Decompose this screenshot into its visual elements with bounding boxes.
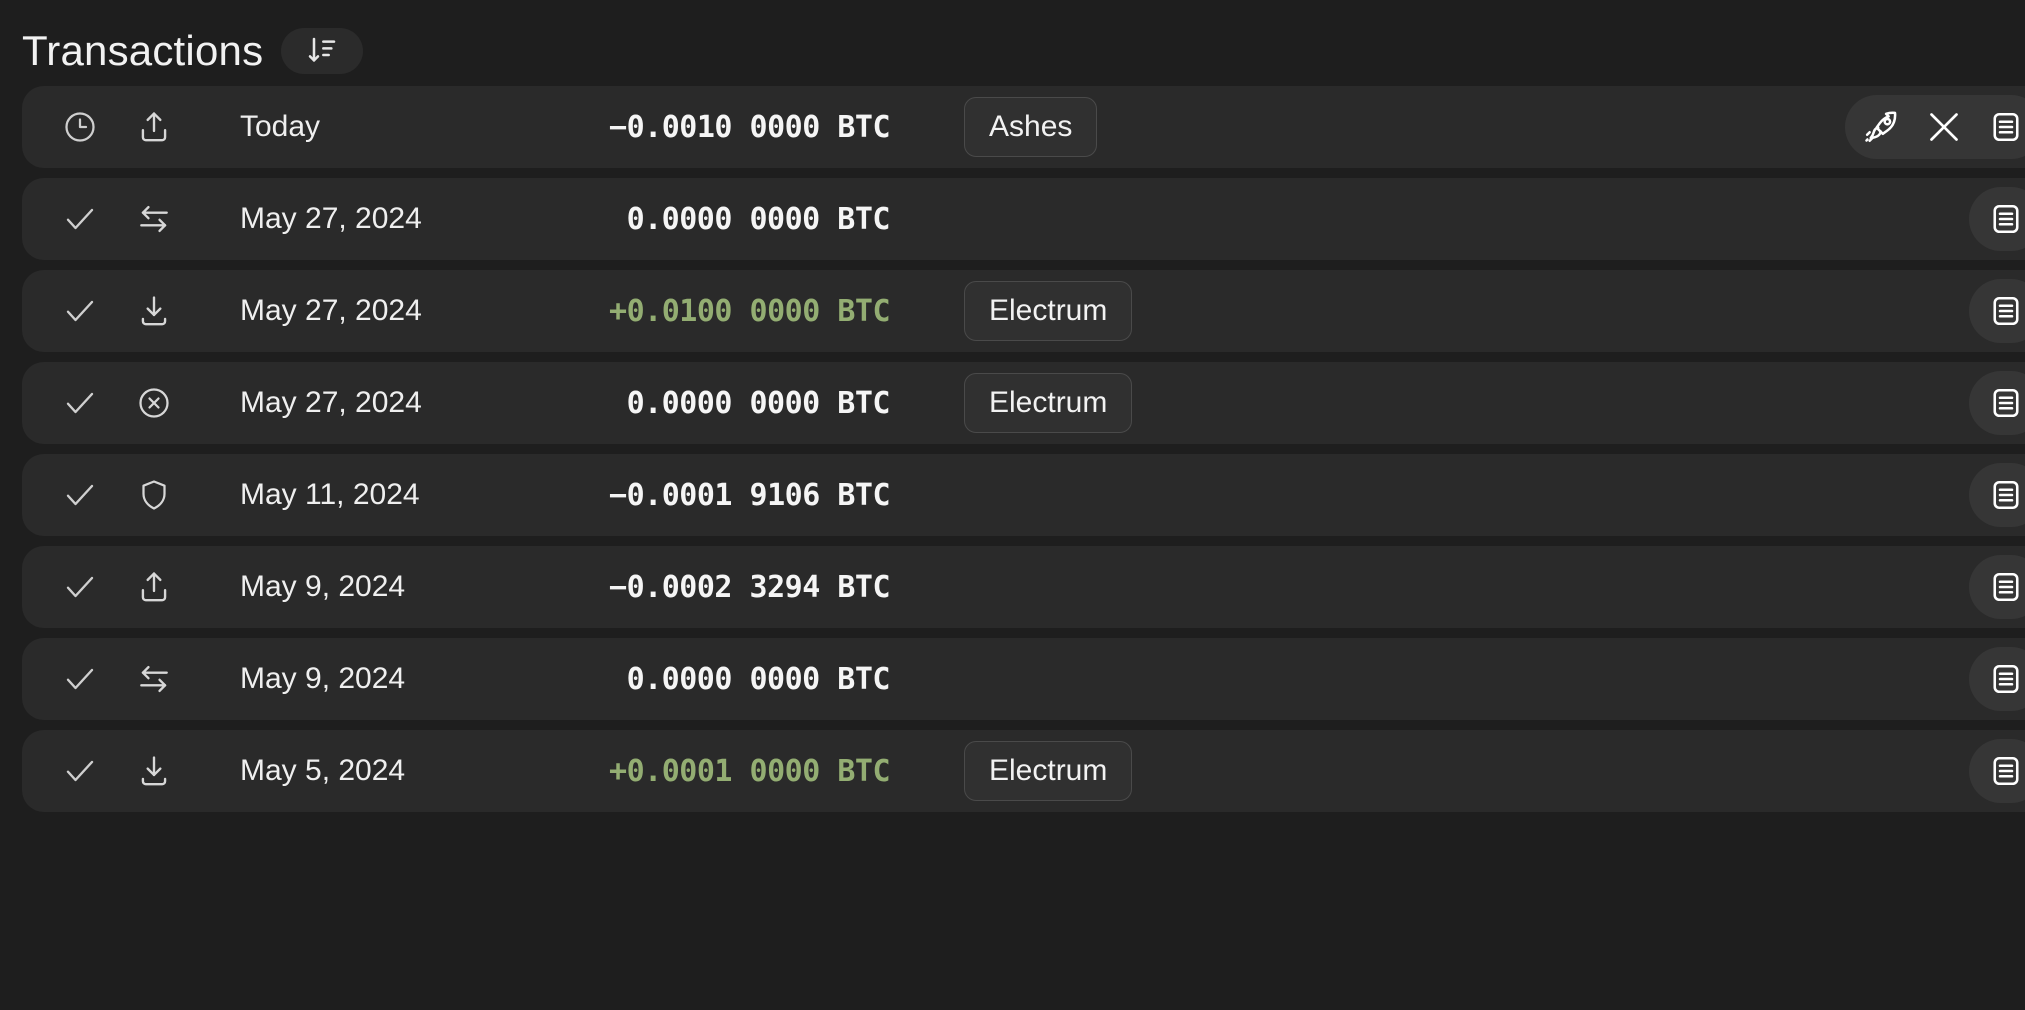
- row-actions: [1845, 95, 2025, 159]
- details-button[interactable]: [1975, 372, 2025, 434]
- shield-icon: [132, 473, 176, 517]
- rocket-icon: [1863, 108, 1901, 146]
- details-button[interactable]: [1975, 464, 2025, 526]
- upload-icon: [132, 105, 176, 149]
- check-icon: [58, 289, 102, 333]
- transaction-label-wrap: Electrum: [964, 373, 1133, 433]
- transaction-date: Today: [240, 110, 321, 143]
- details-icon: [1988, 293, 2024, 329]
- details-icon: [1988, 385, 2024, 421]
- transaction-row[interactable]: May 27, 2024 0.0000 0000 BTC Electrum: [22, 362, 2025, 444]
- transaction-row[interactable]: May 27, 2024 0.0000 0000 BTC: [22, 178, 2025, 260]
- close-icon: [1924, 107, 1964, 147]
- x-circle-icon: [132, 381, 176, 425]
- transaction-date: May 27, 2024: [240, 202, 422, 235]
- transaction-label-wrap: Electrum: [964, 281, 1133, 341]
- upload-icon: [132, 565, 176, 609]
- row-actions: [1969, 739, 2025, 803]
- details-icon: [1988, 109, 2024, 145]
- rocket-button[interactable]: [1851, 96, 1913, 158]
- transaction-date: May 27, 2024: [240, 294, 422, 327]
- row-actions: [1969, 463, 2025, 527]
- transaction-amount: +0.0100 0000 BTC: [609, 293, 890, 329]
- check-icon: [58, 565, 102, 609]
- details-button[interactable]: [1975, 740, 2025, 802]
- row-actions: [1969, 371, 2025, 435]
- transaction-label[interactable]: Electrum: [964, 281, 1133, 341]
- details-icon: [1988, 569, 2024, 605]
- row-actions: [1969, 187, 2025, 251]
- check-icon: [58, 381, 102, 425]
- transaction-row[interactable]: May 11, 2024 −0.0001 9106 BTC: [22, 454, 2025, 536]
- transaction-date: May 9, 2024: [240, 570, 406, 603]
- transaction-row[interactable]: Today −0.0010 0000 BTC Ashes: [22, 86, 2025, 168]
- transaction-amount: −0.0002 3294 BTC: [609, 569, 890, 605]
- row-actions: [1969, 647, 2025, 711]
- transaction-date: May 27, 2024: [240, 386, 422, 419]
- transaction-row[interactable]: May 9, 2024 −0.0002 3294 BTC: [22, 546, 2025, 628]
- row-actions: [1969, 279, 2025, 343]
- transaction-row[interactable]: May 9, 2024 0.0000 0000 BTC: [22, 638, 2025, 720]
- transaction-amount: 0.0000 0000 BTC: [626, 661, 891, 697]
- transaction-label[interactable]: Ashes: [964, 97, 1098, 157]
- transaction-label-wrap: Electrum: [964, 741, 1133, 801]
- check-icon: [58, 197, 102, 241]
- transaction-date: May 11, 2024: [240, 478, 420, 511]
- page-header: Transactions: [0, 0, 2025, 86]
- transaction-amount: −0.0010 0000 BTC: [609, 109, 890, 145]
- transaction-list: Today −0.0010 0000 BTC Ashes May 27, 2024 0.…: [0, 86, 2025, 812]
- download-icon: [132, 749, 176, 793]
- transaction-row[interactable]: May 5, 2024 +0.0001 0000 BTC Electrum: [22, 730, 2025, 812]
- transaction-row[interactable]: May 27, 2024 +0.0100 0000 BTC Electrum: [22, 270, 2025, 352]
- transaction-date: May 9, 2024: [240, 662, 406, 695]
- transaction-date: May 5, 2024: [240, 754, 406, 787]
- details-button[interactable]: [1975, 96, 2025, 158]
- transaction-amount: 0.0000 0000 BTC: [626, 201, 891, 237]
- transaction-label-wrap: Ashes: [964, 97, 1098, 157]
- details-icon: [1988, 661, 2024, 697]
- sort-descending-icon: [306, 35, 338, 67]
- row-actions: [1969, 555, 2025, 619]
- check-icon: [58, 749, 102, 793]
- check-icon: [58, 473, 102, 517]
- swap-icon: [132, 657, 176, 701]
- transaction-amount: +0.0001 0000 BTC: [609, 753, 890, 789]
- details-button[interactable]: [1975, 556, 2025, 618]
- details-icon: [1988, 201, 2024, 237]
- details-button[interactable]: [1975, 280, 2025, 342]
- transactions-screen: Transactions Today −0.0010 0000 BTC Ashes M…: [0, 0, 2025, 1010]
- page-title: Transactions: [22, 27, 264, 74]
- sort-descending-button[interactable]: [281, 28, 364, 74]
- check-icon: [58, 657, 102, 701]
- transaction-label[interactable]: Electrum: [964, 373, 1133, 433]
- details-button[interactable]: [1975, 188, 2025, 250]
- details-icon: [1988, 753, 2024, 789]
- details-icon: [1988, 477, 2024, 513]
- transaction-label[interactable]: Electrum: [964, 741, 1133, 801]
- download-icon: [132, 289, 176, 333]
- close-button[interactable]: [1913, 96, 1975, 158]
- transaction-amount: 0.0000 0000 BTC: [626, 385, 891, 421]
- transaction-amount: −0.0001 9106 BTC: [609, 477, 890, 513]
- swap-icon: [132, 197, 176, 241]
- details-button[interactable]: [1975, 648, 2025, 710]
- clock-icon: [58, 105, 102, 149]
